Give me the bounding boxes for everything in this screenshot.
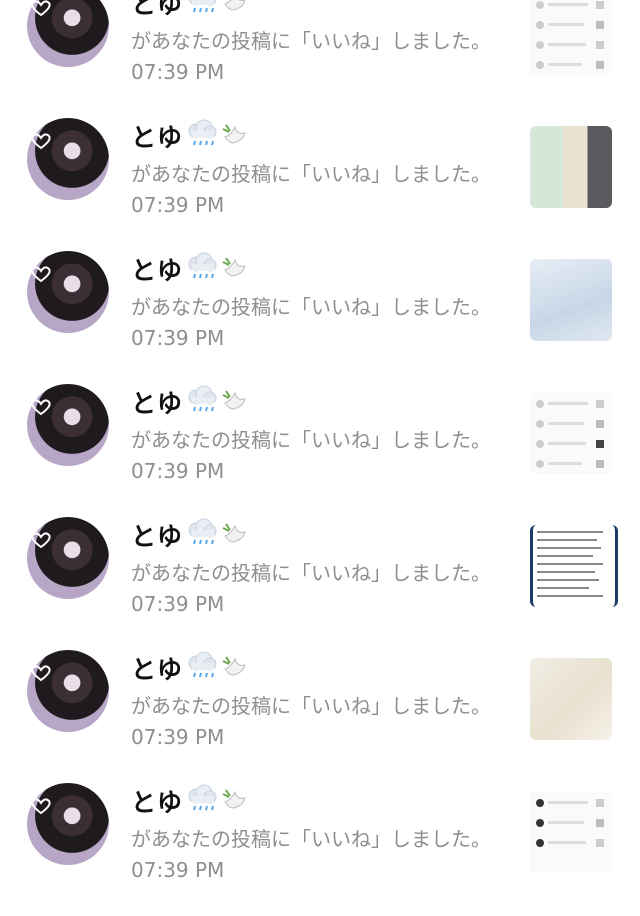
message-text: があなたの投稿に「いいね」しました。 [131,428,491,452]
heart-outline-icon [31,399,51,416]
rain-cloud-icon [185,651,219,685]
rain-cloud-icon [185,252,219,286]
avatar[interactable] [27,384,109,466]
notification-row[interactable]: とゆ があなたの投稿に「いいね」しました。 07:39 PM [0,251,640,384]
name-line: とゆ [131,783,253,819]
message-text: があなたの投稿に「いいね」しました。 [131,827,491,851]
dove-icon [221,518,253,552]
post-thumbnail[interactable] [530,525,618,607]
post-thumbnail[interactable] [530,392,612,474]
post-thumbnail[interactable] [530,658,612,740]
name-line: とゆ [131,251,253,287]
message-text: があなたの投稿に「いいね」しました。 [131,29,491,53]
message-text: があなたの投稿に「いいね」しました。 [131,561,491,585]
timestamp: 07:39 PM [131,60,225,84]
rain-cloud-icon [185,0,219,20]
avatar[interactable] [27,517,109,599]
user-name[interactable]: とゆ [131,517,183,553]
post-thumbnail[interactable] [530,0,612,75]
user-name[interactable]: とゆ [131,118,183,154]
dove-icon [221,0,253,20]
rain-cloud-icon [185,784,219,818]
heart-outline-icon [31,266,51,283]
timestamp: 07:39 PM [131,858,225,882]
notification-row[interactable]: とゆ があなたの投稿に「いいね」しました。 07:39 PM [0,0,640,118]
heart-outline-icon [31,665,51,682]
notification-row[interactable]: とゆ があなたの投稿に「いいね」しました。 07:39 PM [0,783,640,916]
timestamp: 07:39 PM [131,592,225,616]
avatar[interactable] [27,118,109,200]
post-thumbnail[interactable] [530,126,612,208]
heart-outline-icon [31,0,51,17]
message-text: があなたの投稿に「いいね」しました。 [131,162,491,186]
avatar[interactable] [27,0,109,67]
notification-row[interactable]: とゆ があなたの投稿に「いいね」しました。 07:39 PM [0,650,640,783]
dove-icon [221,651,253,685]
avatar[interactable] [27,783,109,865]
notification-row[interactable]: とゆ があなたの投稿に「いいね」しました。 07:39 PM [0,118,640,251]
message-text: があなたの投稿に「いいね」しました。 [131,694,491,718]
avatar[interactable] [27,251,109,333]
timestamp: 07:39 PM [131,193,225,217]
user-name[interactable]: とゆ [131,783,183,819]
post-thumbnail[interactable] [530,791,612,873]
dove-icon [221,385,253,419]
rain-cloud-icon [185,518,219,552]
notification-row[interactable]: とゆ があなたの投稿に「いいね」しました。 07:39 PM [0,517,640,650]
timestamp: 07:39 PM [131,459,225,483]
timestamp: 07:39 PM [131,725,225,749]
avatar[interactable] [27,650,109,732]
message-text: があなたの投稿に「いいね」しました。 [131,295,491,319]
user-name[interactable]: とゆ [131,384,183,420]
heart-outline-icon [31,133,51,150]
name-line: とゆ [131,517,253,553]
heart-outline-icon [31,532,51,549]
name-line: とゆ [131,118,253,154]
notification-row[interactable]: とゆ があなたの投稿に「いいね」しました。 07:39 PM [0,384,640,517]
user-name[interactable]: とゆ [131,0,183,21]
name-line: とゆ [131,0,253,19]
dove-icon [221,784,253,818]
notification-list: とゆ があなたの投稿に「いいね」しました。 07:39 PM とゆ があなたの投… [0,0,640,882]
rain-cloud-icon [185,119,219,153]
dove-icon [221,119,253,153]
user-name[interactable]: とゆ [131,650,183,686]
post-thumbnail[interactable] [530,259,612,341]
rain-cloud-icon [185,385,219,419]
heart-outline-icon [31,798,51,815]
user-name[interactable]: とゆ [131,251,183,287]
name-line: とゆ [131,650,253,686]
name-line: とゆ [131,384,253,420]
timestamp: 07:39 PM [131,326,225,350]
dove-icon [221,252,253,286]
